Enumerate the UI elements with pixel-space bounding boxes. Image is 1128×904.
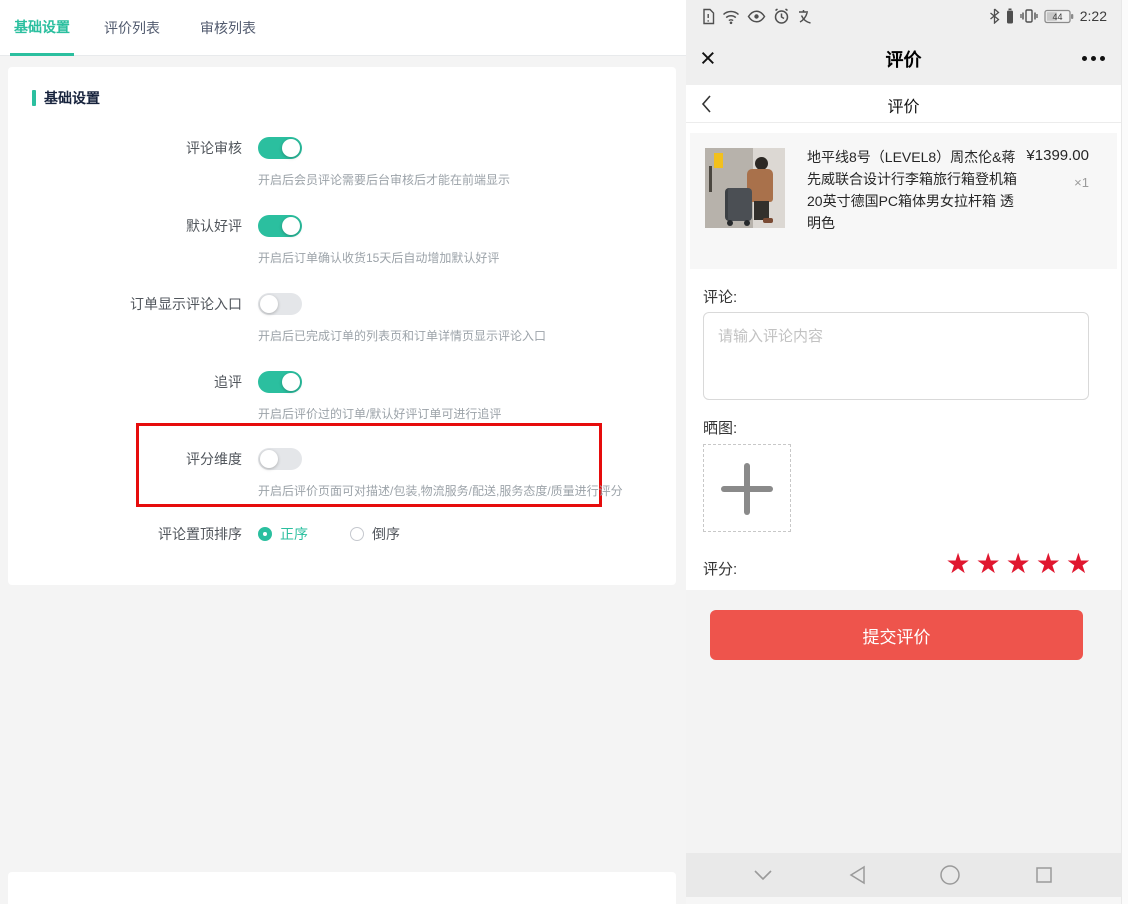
more-menu-icon[interactable]: [1082, 56, 1105, 61]
alarm-clock-icon: [773, 8, 790, 25]
status-icons-left: [702, 8, 813, 25]
page-title: 评价: [686, 93, 1121, 117]
gesture-typing-icon: [797, 9, 813, 25]
default-good-review-toggle[interactable]: [258, 215, 302, 237]
section-accent-bar: [32, 90, 36, 106]
phone-preview: 44 2:22 × 评价 评价 地平线8号（LEVEL8）周杰伦&蒋先威联合设计…: [686, 0, 1121, 904]
product-quantity: ×1: [1074, 175, 1089, 190]
tab-audit-list[interactable]: 审核列表: [196, 0, 260, 56]
bluetooth-icon: [989, 8, 1000, 24]
setting-label: 默认好评: [8, 215, 242, 237]
setting-row-sort-order: 评论置顶排序 正序 倒序: [8, 523, 676, 587]
setting-description: 开启后已完成订单的列表页和订单详情页显示评论入口: [258, 327, 546, 344]
recents-square-icon[interactable]: [1024, 860, 1064, 890]
photos-label: 晒图:: [703, 417, 737, 438]
rating-label: 评分:: [703, 558, 737, 579]
product-image: [705, 148, 785, 228]
vibrate-icon: [1020, 8, 1038, 24]
home-circle-icon[interactable]: [930, 860, 970, 890]
back-triangle-icon[interactable]: [837, 860, 877, 890]
radio-label: 倒序: [372, 524, 400, 544]
sort-order-radio-group: 正序 倒序: [258, 523, 400, 545]
star-rating[interactable]: ★ ★ ★ ★ ★: [945, 548, 1091, 580]
photo-upload-button[interactable]: [703, 444, 791, 532]
radio-dot: [258, 527, 272, 541]
phone-top-area: 44 2:22 × 评价: [686, 0, 1121, 85]
admin-panel: 基础设置 评价列表 审核列表 基础设置 评论审核 开启后会员评论需要后台审核后才…: [0, 0, 686, 904]
setting-label: 评论置顶排序: [8, 523, 242, 545]
wifi-icon: [722, 9, 740, 25]
status-icons-right: 44 2:22: [989, 8, 1107, 24]
radio-label: 正序: [280, 524, 308, 544]
section-title: 基础设置: [44, 88, 100, 108]
followup-review-toggle[interactable]: [258, 371, 302, 393]
page-header: 评价: [686, 85, 1121, 123]
setting-row-rating-dimension: 评分维度 开启后评价页面可对描述/包装,物流服务/配送,服务态度/质量进行评分: [8, 448, 676, 512]
radio-option-ascending[interactable]: 正序: [258, 524, 308, 544]
android-nav-bar: [686, 853, 1121, 897]
setting-row-default-good-review: 默认好评 开启后订单确认收货15天后自动增加默认好评: [8, 215, 676, 279]
product-title: 地平线8号（LEVEL8）周杰伦&蒋先威联合设计行李箱旅行箱登机箱20英寸德国P…: [807, 146, 1023, 234]
product-card: 地平线8号（LEVEL8）周杰伦&蒋先威联合设计行李箱旅行箱登机箱20英寸德国P…: [690, 133, 1117, 269]
tab-bar: 基础设置 评价列表 审核列表: [0, 0, 686, 56]
phone-bottom-strip: [686, 897, 1121, 904]
wechat-header: × 评价: [686, 34, 1121, 85]
comment-label: 评论:: [703, 286, 737, 307]
next-card-top-strip: [8, 872, 676, 904]
setting-row-comment-audit: 评论审核 开启后会员评论需要后台审核后才能在前端显示: [8, 137, 676, 201]
setting-description: 开启后评价过的订单/默认好评订单可进行追评: [258, 405, 501, 422]
tab-review-list[interactable]: 评价列表: [100, 0, 164, 56]
wechat-title: 评价: [686, 46, 1121, 72]
radio-dot: [350, 527, 364, 541]
setting-label: 评分维度: [8, 448, 242, 470]
setting-label: 评论审核: [8, 137, 242, 159]
star-icon[interactable]: ★: [1066, 548, 1091, 580]
comment-input[interactable]: [703, 312, 1089, 400]
tab-basic-settings[interactable]: 基础设置: [10, 0, 74, 56]
plus-icon: [744, 463, 750, 515]
order-comment-entry-toggle[interactable]: [258, 293, 302, 315]
section-header: 基础设置: [32, 88, 100, 108]
clock-time: 2:22: [1080, 8, 1107, 24]
comment-audit-toggle[interactable]: [258, 137, 302, 159]
setting-row-order-comment-entry: 订单显示评论入口 开启后已完成订单的列表页和订单详情页显示评论入口: [8, 293, 676, 357]
settings-card: 基础设置 评论审核 开启后会员评论需要后台审核后才能在前端显示 默认好评 开启后…: [8, 67, 676, 585]
star-icon[interactable]: ★: [945, 548, 970, 580]
rating-dimension-toggle[interactable]: [258, 448, 302, 470]
star-icon[interactable]: ★: [976, 548, 1001, 580]
setting-label: 订单显示评论入口: [8, 293, 242, 315]
svg-text:44: 44: [1052, 12, 1062, 22]
hide-nav-chevron-icon[interactable]: [743, 860, 783, 890]
device-battery-icon: [1006, 8, 1014, 24]
star-icon[interactable]: ★: [1036, 548, 1061, 580]
radio-option-descending[interactable]: 倒序: [350, 524, 400, 544]
star-icon[interactable]: ★: [1006, 548, 1031, 580]
setting-description: 开启后订单确认收货15天后自动增加默认好评: [258, 249, 499, 266]
battery-icon: 44: [1044, 9, 1074, 24]
submit-review-button[interactable]: 提交评价: [710, 610, 1083, 660]
setting-description: 开启后评价页面可对描述/包装,物流服务/配送,服务态度/质量进行评分: [258, 482, 623, 499]
setting-label: 追评: [8, 371, 242, 393]
sim-alert-icon: [702, 8, 715, 25]
page-scrollbar-track[interactable]: [1121, 0, 1128, 904]
eye-protection-icon: [747, 9, 766, 24]
status-bar: 44 2:22: [686, 0, 1121, 34]
setting-row-followup-review: 追评 开启后评价过的订单/默认好评订单可进行追评: [8, 371, 676, 435]
product-price: ¥1399.00: [1026, 147, 1089, 164]
setting-description: 开启后会员评论需要后台审核后才能在前端显示: [258, 171, 510, 188]
submit-section: 提交评价: [686, 590, 1121, 853]
